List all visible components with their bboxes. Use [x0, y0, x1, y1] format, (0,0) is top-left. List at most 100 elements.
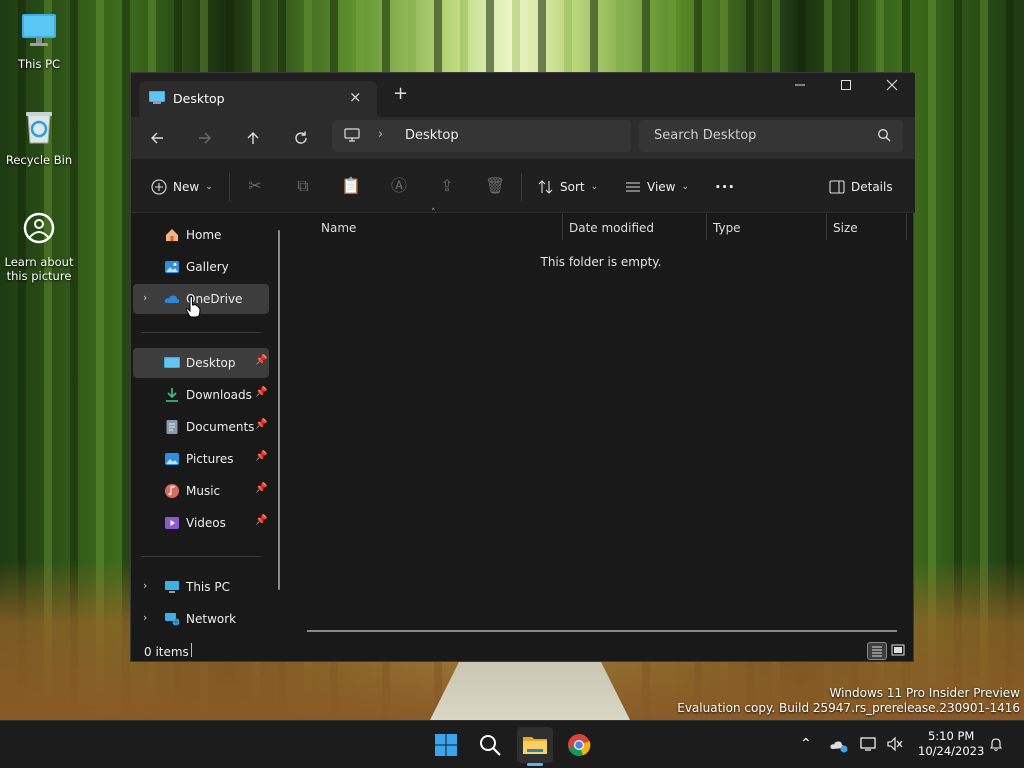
network-icon [165, 613, 180, 626]
details-pane-icon [829, 180, 845, 194]
navigation-pane: Home Gallery › OneDrive Desktop 📌 Downlo… [131, 214, 289, 639]
column-divider[interactable] [562, 214, 563, 240]
sidebar-item-gallery[interactable]: Gallery [133, 252, 269, 282]
tab-close-icon[interactable]: × [349, 88, 362, 106]
sidebar-item-label: Network [186, 612, 237, 626]
desktop-icon-label: Recycle Bin [5, 153, 73, 167]
cut-icon[interactable]: ✂ [245, 176, 265, 196]
recycle-bin-icon [26, 112, 52, 144]
up-button[interactable] [239, 125, 267, 151]
column-divider[interactable] [706, 214, 707, 240]
sidebar-scrollbar[interactable] [278, 230, 280, 590]
desktop-icon-learn-about-picture[interactable]: Learn about this picture [0, 208, 78, 283]
arrow-right-icon [199, 132, 211, 144]
column-header-name[interactable]: Name [321, 221, 356, 235]
camera-icon [23, 212, 55, 244]
column-header-type[interactable]: Type [713, 221, 741, 235]
search-placeholder: Search Desktop [654, 128, 757, 143]
minimize-button[interactable] [777, 73, 823, 103]
pin-icon[interactable]: 📌 [255, 355, 267, 366]
pin-icon[interactable]: 📌 [255, 515, 267, 526]
system-clock[interactable]: 5:10 PM 10/24/2023 [918, 729, 984, 759]
command-bar: New ⌄ ✂ ⧉ 📋 Ⓐ ⇪ 🗑 Sort ⌄ View ⌄ ··· Deta… [131, 159, 915, 213]
monitor-icon [22, 14, 56, 46]
details-view-icon [872, 646, 882, 657]
details-pane-button[interactable]: Details [829, 175, 893, 199]
sidebar-item-documents[interactable]: Documents 📌 [133, 412, 269, 442]
new-button[interactable]: New ⌄ [151, 175, 213, 199]
taskbar-search-button[interactable] [472, 727, 508, 763]
sidebar-item-videos[interactable]: Videos 📌 [133, 508, 269, 538]
pin-icon[interactable]: 📌 [255, 419, 267, 430]
pin-icon[interactable]: 📌 [255, 451, 267, 462]
share-icon[interactable]: ⇪ [437, 176, 457, 196]
chevron-up-icon[interactable]: ⌃ [800, 736, 812, 752]
more-options-button[interactable]: ··· [715, 175, 735, 199]
close-window-button[interactable] [869, 73, 915, 103]
toolbar-divider [229, 173, 230, 201]
sidebar-item-network[interactable]: › Network [133, 604, 269, 634]
chevron-right-icon[interactable]: › [143, 579, 147, 592]
sidebar-item-label: Downloads [186, 388, 252, 402]
forward-button[interactable] [191, 125, 219, 151]
address-field[interactable]: › Desktop [332, 120, 631, 152]
column-header-date-modified[interactable]: Date modified [569, 221, 654, 235]
breadcrumb-desktop[interactable]: Desktop [405, 128, 459, 143]
copy-icon[interactable]: ⧉ [293, 176, 313, 196]
sidebar-item-label: Home [186, 228, 222, 242]
desktop-icon-recycle-bin[interactable]: Recycle Bin [0, 106, 78, 167]
column-header-size[interactable]: Size [833, 221, 858, 235]
taskbar-file-explorer[interactable] [517, 727, 553, 763]
refresh-button[interactable] [287, 125, 315, 151]
sidebar-item-onedrive[interactable]: › OneDrive [133, 284, 269, 314]
search-input[interactable]: Search Desktop [639, 120, 903, 152]
view-button[interactable]: View ⌄ [625, 175, 689, 199]
folder-icon [523, 737, 547, 754]
tab-desktop[interactable]: Desktop × [139, 81, 377, 117]
desktop-icon-this-pc[interactable]: This PC [0, 10, 78, 71]
new-tab-button[interactable]: + [393, 85, 408, 103]
chevron-right-icon[interactable]: › [143, 291, 147, 304]
paste-icon[interactable]: 📋 [341, 176, 361, 196]
toolbar-divider [521, 173, 522, 201]
clock-date: 10/24/2023 [918, 744, 985, 758]
start-button[interactable] [428, 727, 464, 763]
close-icon [886, 79, 898, 91]
sidebar-item-home[interactable]: Home [133, 220, 269, 250]
rename-icon[interactable]: Ⓐ [389, 176, 409, 196]
sort-button[interactable]: Sort ⌄ [538, 175, 598, 199]
sidebar-item-downloads[interactable]: Downloads 📌 [133, 380, 269, 410]
sidebar-item-this-pc[interactable]: › This PC [133, 572, 269, 602]
volume-muted-icon[interactable] [886, 736, 904, 752]
sort-button-label: Sort [560, 180, 585, 194]
notification-bell-icon[interactable] [988, 736, 1004, 752]
back-button[interactable] [143, 125, 171, 151]
onedrive-status-icon[interactable] [829, 737, 849, 753]
chevron-right-icon[interactable]: › [143, 611, 147, 624]
sidebar-item-pictures[interactable]: Pictures 📌 [133, 444, 269, 474]
horizontal-scrollbar[interactable] [307, 630, 897, 632]
sidebar-item-music[interactable]: Music 📌 [133, 476, 269, 506]
sidebar-item-label: This PC [186, 580, 230, 594]
desktop-folder-icon [149, 91, 165, 104]
details-view-button[interactable] [867, 642, 887, 660]
chevron-down-icon: ⌄ [590, 182, 599, 192]
network-status-icon[interactable] [860, 736, 878, 752]
pin-icon[interactable]: 📌 [255, 387, 267, 398]
tiles-view-button[interactable] [889, 642, 909, 660]
sidebar-item-label: Gallery [186, 260, 229, 274]
music-icon [165, 484, 179, 498]
column-divider[interactable] [906, 214, 907, 240]
pin-icon[interactable]: 📌 [255, 483, 267, 494]
file-explorer-window: Desktop × + › Desktop Search Desktop New… [130, 72, 915, 662]
taskbar-chrome[interactable] [561, 727, 597, 763]
sidebar-item-desktop[interactable]: Desktop 📌 [133, 348, 269, 378]
delete-icon[interactable]: 🗑 [485, 176, 505, 196]
breadcrumb-chevron-icon[interactable]: › [378, 127, 383, 142]
maximize-button[interactable] [823, 73, 869, 103]
gallery-icon [165, 261, 179, 273]
sidebar-item-label: Desktop [186, 356, 236, 370]
chevron-down-icon: ⌄ [681, 182, 690, 192]
watermark-line: Windows 11 Pro Insider Preview [829, 686, 1020, 700]
column-divider[interactable] [826, 214, 827, 240]
